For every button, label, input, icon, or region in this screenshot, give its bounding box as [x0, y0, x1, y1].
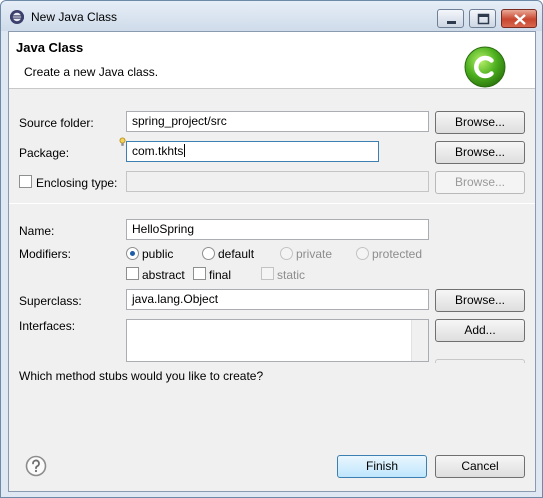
modifier-default-label: default	[218, 247, 255, 261]
superclass-label: Superclass:	[19, 294, 82, 308]
source-folder-field[interactable]: spring_project/src	[126, 111, 429, 132]
source-folder-label: Source folder:	[19, 116, 94, 130]
finish-button[interactable]: Finish	[337, 455, 427, 478]
name-label: Name:	[19, 224, 55, 238]
cancel-button[interactable]: Cancel	[435, 455, 525, 478]
enclosing-type-checkbox[interactable]	[19, 175, 32, 188]
modifier-private-radio[interactable]	[280, 247, 293, 260]
text-cursor	[184, 144, 186, 157]
content-assist-bulb-icon	[119, 137, 126, 146]
eclipse-app-icon	[10, 10, 24, 24]
close-button[interactable]	[501, 9, 537, 28]
remove-button-partial[interactable]	[435, 359, 525, 363]
separator	[9, 203, 535, 204]
dialog-window: New Java Class Java Class Create a new J…	[0, 0, 543, 498]
modifier-abstract-label: abstract	[142, 268, 185, 282]
interfaces-list[interactable]	[126, 319, 429, 362]
minimize-icon	[447, 21, 456, 24]
enclosing-type-browse-button[interactable]: Browse...	[435, 171, 525, 194]
java-class-icon	[464, 46, 506, 88]
minimize-button[interactable]	[437, 9, 464, 28]
modifiers-label: Modifiers:	[19, 247, 72, 261]
enclosing-type-label: Enclosing type:	[36, 176, 118, 190]
method-stubs-question: Which method stubs would you like to cre…	[19, 369, 264, 383]
wizard-header: Java Class Create a new Java class.	[9, 32, 535, 89]
package-browse-button[interactable]: Browse...	[435, 141, 525, 164]
modifier-public-label: public	[142, 247, 174, 261]
package-label: Package:	[19, 146, 70, 160]
dialog-content: Java Class Create a new Java class. Sour…	[8, 31, 536, 492]
wizard-description: Create a new Java class.	[24, 65, 159, 79]
modifier-final-label: final	[209, 268, 232, 282]
superclass-browse-button[interactable]: Browse...	[435, 289, 525, 312]
interfaces-label: Interfaces:	[19, 319, 76, 333]
interfaces-scrollbar[interactable]	[411, 320, 428, 361]
enclosing-type-field[interactable]	[126, 171, 429, 192]
class-name-field[interactable]: HelloSpring	[126, 219, 429, 240]
close-icon	[514, 14, 526, 25]
modifier-private-label: private	[296, 247, 333, 261]
modifier-protected-radio[interactable]	[356, 247, 369, 260]
help-icon[interactable]	[25, 455, 47, 477]
modifier-final-checkbox[interactable]	[193, 267, 206, 280]
wizard-title: Java Class	[16, 40, 84, 55]
modifier-public-radio[interactable]	[126, 247, 139, 260]
modifier-abstract-checkbox[interactable]	[126, 267, 139, 280]
package-value: com.tkhts	[132, 144, 184, 158]
source-folder-browse-button[interactable]: Browse...	[435, 111, 525, 134]
package-field[interactable]: com.tkhts	[126, 141, 379, 162]
modifier-protected-label: protected	[372, 247, 423, 261]
title-bar[interactable]: New Java Class	[1, 1, 542, 31]
superclass-field[interactable]: java.lang.Object	[126, 289, 429, 310]
modifier-static-label: static	[277, 268, 306, 282]
modifier-default-radio[interactable]	[202, 247, 215, 260]
interfaces-add-button[interactable]: Add...	[435, 319, 525, 342]
modifier-static-checkbox[interactable]	[261, 267, 274, 280]
maximize-button[interactable]	[469, 9, 496, 28]
maximize-icon	[477, 13, 490, 25]
window-title: New Java Class	[31, 10, 118, 24]
